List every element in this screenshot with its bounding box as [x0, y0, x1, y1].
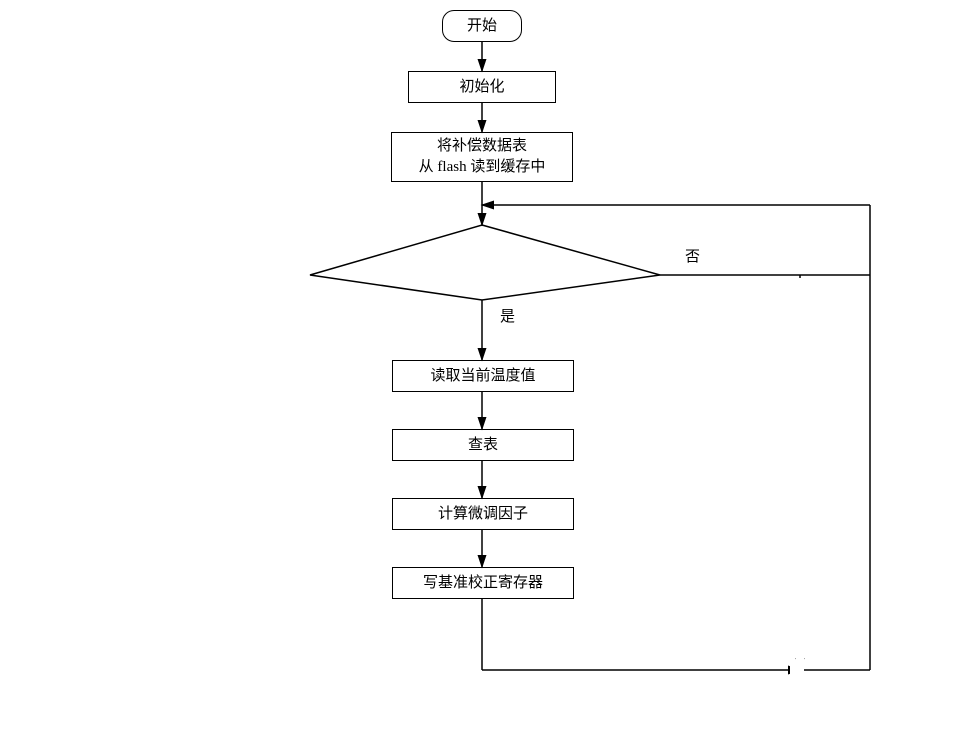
node-read-temp: 读取当前温度值	[392, 360, 574, 392]
decision-diamond	[310, 225, 660, 300]
node-decision-text: 是否 100 毫秒	[422, 267, 542, 288]
node-calc: 计算微调因子	[392, 498, 574, 530]
node-load-table: 将补偿数据表 从 flash 读到缓存中	[391, 132, 573, 182]
node-init: 初始化	[408, 71, 556, 103]
node-start: 开始	[442, 10, 522, 42]
edge-label-no: 否	[685, 245, 700, 266]
node-lookup: 查表	[392, 429, 574, 461]
node-write-reg: 写基准校正寄存器	[392, 567, 574, 599]
edge-label-yes: 是	[500, 305, 515, 326]
